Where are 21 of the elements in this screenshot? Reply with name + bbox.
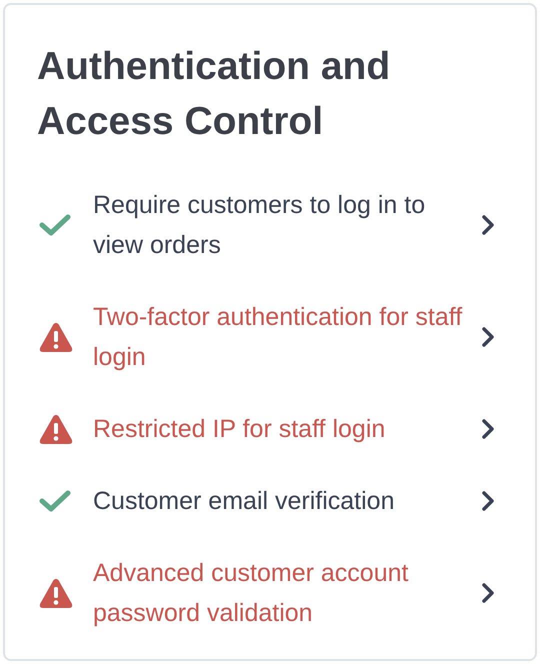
chevron-right-icon — [481, 326, 495, 348]
check-icon — [39, 489, 71, 513]
card-title: Authentication and Access Control — [37, 44, 392, 145]
row-label: Restricted IP for staff login — [93, 414, 386, 445]
warning-icon — [39, 413, 73, 445]
chevron-right-icon — [481, 582, 495, 604]
chevron-right-icon — [481, 490, 495, 512]
chevron-right-icon — [481, 418, 495, 440]
settings-row[interactable]: Require customers to log in to view orders — [37, 185, 505, 265]
settings-row[interactable]: Two-factor authentication for staff login — [37, 297, 505, 377]
row-label: Two-factor authentication for staff login — [93, 302, 464, 373]
row-label: Require customers to log in to view orders — [93, 190, 426, 261]
chevron-right-icon — [481, 214, 495, 236]
settings-row[interactable]: Advanced customer account password validation — [37, 553, 505, 633]
warning-icon — [39, 321, 73, 353]
settings-row[interactable]: Customer email verification — [37, 481, 505, 521]
row-label: Advanced customer account password validation — [93, 558, 410, 629]
check-icon — [39, 213, 71, 237]
row-label: Customer email verification — [93, 486, 396, 517]
warning-icon — [39, 577, 73, 609]
settings-row[interactable]: Restricted IP for staff login — [37, 409, 505, 449]
